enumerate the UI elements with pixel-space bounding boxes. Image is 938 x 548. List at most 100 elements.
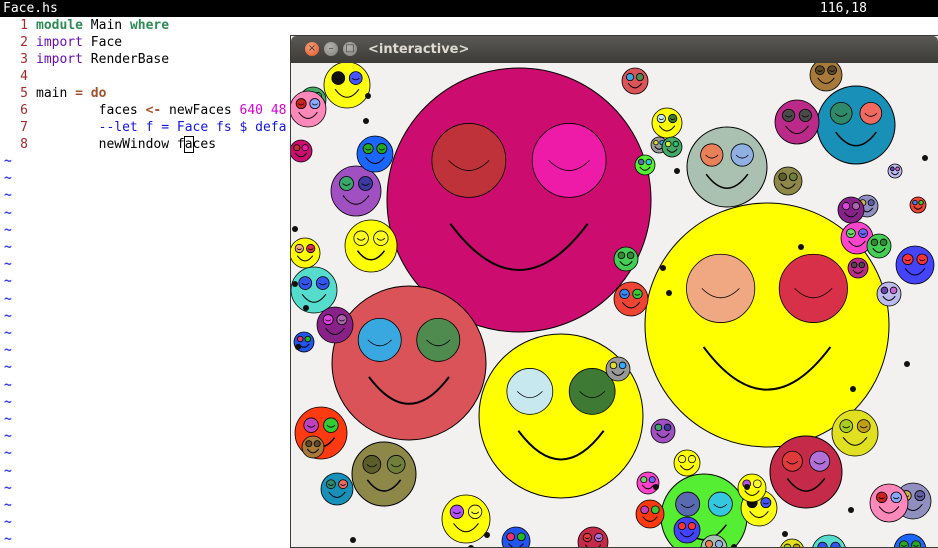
- face-eye: [799, 109, 811, 121]
- smiley-face: [774, 167, 802, 195]
- smiley-face: [614, 282, 648, 316]
- window-title: <interactive>: [368, 36, 469, 63]
- face-eye: [688, 455, 695, 462]
- face-eye: [782, 451, 802, 471]
- face-eye: [610, 362, 617, 369]
- smiley-face: [291, 140, 312, 162]
- smiley-face: [614, 247, 638, 271]
- empty-line-marker: ~: [4, 170, 12, 187]
- empty-line-marker: ~: [4, 445, 12, 462]
- code-line[interactable]: 7 --let f = Face fs $ defa: [0, 119, 286, 136]
- smiley-face: [442, 495, 490, 543]
- face-eye: [620, 289, 630, 299]
- face-eye: [627, 252, 634, 259]
- face-eye: [326, 480, 335, 489]
- face-eye: [876, 492, 887, 503]
- code-token: --let f = Face fs $ defa: [36, 120, 286, 135]
- tiny-face: [744, 484, 750, 490]
- smiley-face: [345, 220, 397, 272]
- face-head: [848, 258, 868, 278]
- face-head: [651, 419, 675, 443]
- face-head: [888, 164, 902, 178]
- interactive-window[interactable]: × – □ <interactive>: [291, 36, 938, 547]
- face-eye: [753, 480, 761, 488]
- smiley-face: [291, 238, 320, 268]
- face-head: [442, 495, 490, 543]
- tiny-face: [363, 118, 369, 124]
- smiley-face: [812, 535, 846, 547]
- face-eye: [294, 145, 300, 151]
- line-number: 4: [0, 68, 28, 85]
- face-eye: [688, 522, 695, 529]
- face-eye: [618, 252, 625, 259]
- face-eye: [665, 141, 671, 147]
- face-eye: [779, 173, 787, 181]
- empty-line-marker: ~: [4, 480, 12, 497]
- face-eye: [860, 102, 882, 124]
- code-line[interactable]: 3import RenderBase: [0, 51, 169, 68]
- smiley-face: [332, 286, 486, 440]
- face-eye: [810, 451, 830, 471]
- tiny-face: [922, 155, 928, 161]
- tiny-face: [350, 537, 356, 543]
- smiley-face: [352, 442, 416, 506]
- code-token: Main: [83, 18, 130, 33]
- code-line[interactable]: 6 faces <- newFaces 640 48: [0, 102, 286, 119]
- face-head: [352, 442, 416, 506]
- tiny-face: [484, 532, 490, 538]
- face-head: [302, 436, 324, 458]
- empty-line-marker: ~: [4, 428, 12, 445]
- smiley-face: [674, 517, 700, 543]
- face-head: [661, 474, 747, 547]
- code-line[interactable]: 8 newWindow faces: [0, 136, 216, 153]
- smiley-face: [636, 500, 664, 528]
- smiley-face: [291, 267, 337, 313]
- line-number: 7: [0, 119, 28, 136]
- window-titlebar[interactable]: × – □ <interactive>: [291, 36, 938, 63]
- faces-drawing: [291, 63, 938, 547]
- tiny-face: [798, 244, 804, 250]
- face-eye: [302, 145, 308, 151]
- smiley-face: [817, 86, 895, 164]
- face-head: [291, 267, 337, 313]
- face-eye: [840, 420, 853, 433]
- face-eye: [296, 99, 306, 109]
- face-eye: [686, 254, 754, 322]
- smiley-face: [502, 527, 530, 547]
- face-head: [652, 108, 682, 138]
- face-eye: [641, 477, 647, 483]
- face-eye: [517, 533, 525, 541]
- empty-line-marker: ~: [4, 411, 12, 428]
- code-token: main: [36, 86, 75, 101]
- code-token: do: [91, 86, 107, 101]
- code-token: where: [130, 18, 169, 33]
- tiny-face: [848, 507, 854, 513]
- face-canvas[interactable]: [291, 63, 938, 547]
- close-button[interactable]: ×: [305, 42, 319, 56]
- face-eye: [654, 140, 658, 144]
- face-eye: [297, 336, 303, 342]
- face-eye: [339, 480, 348, 489]
- smiley-face: [317, 307, 353, 343]
- face-eye: [649, 477, 655, 483]
- code-token: <-: [146, 103, 162, 118]
- code-line[interactable]: 2import Face: [0, 34, 122, 51]
- smiley-face: [810, 63, 842, 91]
- empty-line-marker: ~: [4, 308, 12, 325]
- face-eye: [359, 177, 373, 191]
- smiley-face: [302, 436, 324, 458]
- code-line[interactable]: 1module Main where: [0, 17, 169, 34]
- maximize-button[interactable]: □: [343, 42, 357, 56]
- minimize-button[interactable]: –: [324, 42, 338, 56]
- empty-line-marker: ~: [4, 205, 12, 222]
- face-eye: [852, 202, 859, 209]
- face-eye: [340, 177, 354, 191]
- face-eye: [641, 506, 649, 514]
- smiley-face: [606, 357, 630, 381]
- face-eye: [363, 144, 373, 154]
- face-eye: [646, 159, 652, 165]
- code-line[interactable]: 5main = do: [0, 85, 106, 102]
- face-eye: [295, 244, 303, 252]
- face-head: [357, 136, 393, 172]
- code-line[interactable]: 4: [0, 68, 36, 85]
